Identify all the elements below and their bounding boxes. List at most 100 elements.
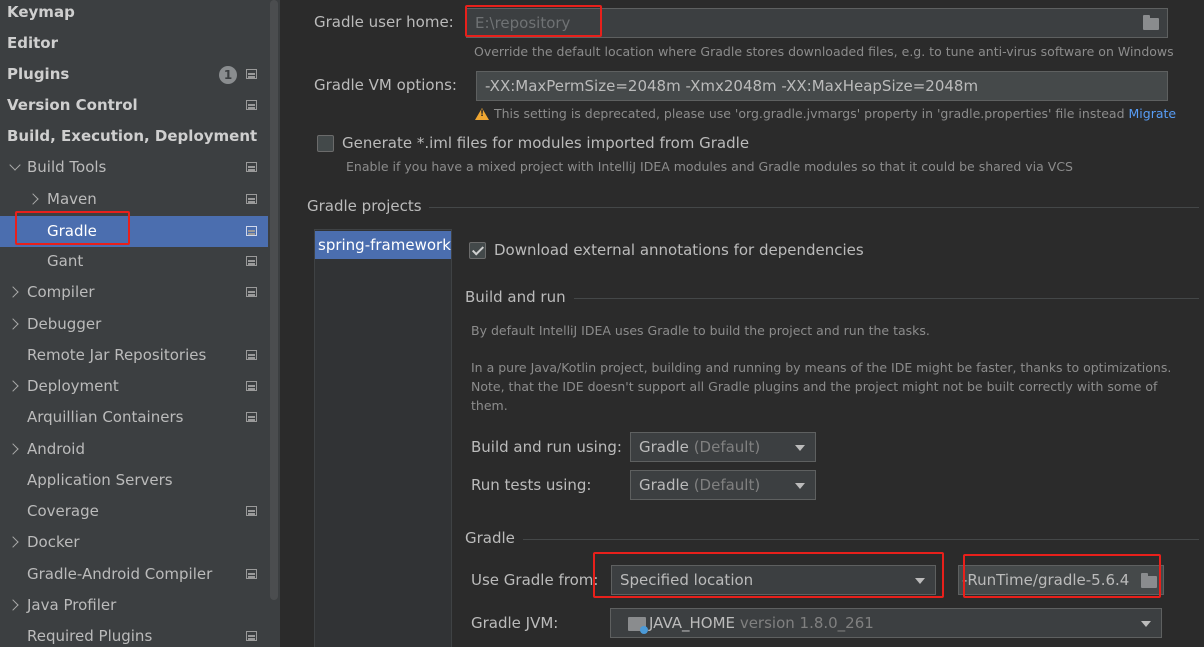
- section-separator: [574, 298, 1199, 299]
- generate-iml-hint: Enable if you have a mixed project with …: [346, 159, 1073, 174]
- sidebar-item-label: Arquillian Containers: [27, 408, 184, 426]
- dropdown-value: Gradle: [639, 438, 689, 456]
- sidebar-item-label: Compiler: [27, 283, 95, 301]
- build-run-description: By default IntelliJ IDEA uses Gradle to …: [471, 323, 930, 338]
- warning-icon: [475, 108, 489, 120]
- sidebar-item-gradle-android-compiler[interactable]: Gradle-Android Compiler: [0, 559, 268, 590]
- sidebar-item-editor[interactable]: Editor: [0, 28, 268, 59]
- sidebar-item-label: Gant: [47, 252, 84, 270]
- gradle-vm-options-field[interactable]: -XX:MaxPermSize=2048m -Xmx2048m -XX:MaxH…: [476, 71, 1168, 101]
- sidebar-item-deployment[interactable]: Deployment: [0, 371, 268, 402]
- project-settings-icon: [246, 631, 257, 641]
- build-run-note-line3: them.: [471, 398, 508, 413]
- project-settings-icon: [246, 226, 257, 236]
- sidebar-item-label: Keymap: [7, 3, 75, 21]
- project-settings-icon: [246, 569, 257, 579]
- sidebar-item-label: Docker: [27, 533, 80, 551]
- gradle-location-highlight-box: [963, 554, 1161, 598]
- gradle-highlight-box: [15, 211, 130, 245]
- sidebar-item-label: Build, Execution, Deployment: [7, 127, 258, 145]
- plugins-update-badge: 1: [219, 66, 237, 84]
- gradle-projects-list: [314, 229, 452, 647]
- generate-iml-checkbox[interactable]: [317, 135, 334, 152]
- sidebar-item-label: Deployment: [27, 377, 119, 395]
- gradle-section-title: Gradle: [465, 529, 515, 547]
- sidebar-item-label: Version Control: [7, 96, 138, 114]
- scrollbar-thumb[interactable]: [270, 0, 278, 600]
- chevron-right-icon[interactable]: [7, 536, 19, 548]
- dropdown-default-suffix: (Default): [693, 438, 761, 456]
- folder-browse-icon[interactable]: [1143, 15, 1159, 30]
- chevron-right-icon[interactable]: [7, 286, 19, 298]
- project-settings-icon: [246, 381, 257, 391]
- sidebar-item-application-servers[interactable]: Application Servers: [0, 465, 268, 496]
- chevron-right-icon[interactable]: [7, 443, 19, 455]
- project-item-spring-framework[interactable]: spring-framework: [315, 231, 451, 259]
- project-settings-icon: [246, 69, 257, 79]
- chevron-right-icon[interactable]: [7, 380, 19, 392]
- sidebar-item-debugger[interactable]: Debugger: [0, 309, 268, 340]
- dropdown-default-suffix: (Default): [693, 476, 761, 494]
- project-settings-icon: [246, 256, 257, 266]
- download-annotations-checkbox[interactable]: [469, 242, 486, 259]
- sidebar-item-label: Android: [27, 440, 85, 458]
- chevron-right-icon[interactable]: [27, 193, 39, 205]
- sidebar-item-compiler[interactable]: Compiler: [0, 277, 268, 308]
- sidebar-item-java-profiler[interactable]: Java Profiler: [0, 590, 268, 621]
- sidebar-item-label: Coverage: [27, 502, 99, 520]
- sidebar-item-plugins[interactable]: Plugins 1: [0, 59, 268, 90]
- chevron-right-icon[interactable]: [7, 599, 19, 611]
- user-home-highlight-box: [465, 5, 602, 37]
- sidebar-item-coverage[interactable]: Coverage: [0, 496, 268, 527]
- section-separator: [523, 539, 1199, 540]
- sidebar-item-gant[interactable]: Gant: [0, 246, 268, 277]
- dropdown-arrow-icon: [795, 483, 805, 489]
- build-and-run-title: Build and run: [465, 288, 566, 306]
- deprecation-warning-text: This setting is deprecated, please use '…: [494, 106, 1125, 121]
- sidebar-item-version-control[interactable]: Version Control: [0, 90, 268, 121]
- dropdown-value: JAVA_HOME: [649, 614, 736, 632]
- sidebar-item-label: Build Tools: [27, 158, 107, 176]
- sidebar-item-arquillian-containers[interactable]: Arquillian Containers: [0, 402, 268, 433]
- settings-sidebar: Keymap Editor Plugins 1 Version Control …: [0, 0, 268, 647]
- sidebar-item-required-plugins[interactable]: Required Plugins: [0, 621, 268, 647]
- sidebar-item-remote-jar-repositories[interactable]: Remote Jar Repositories: [0, 340, 268, 371]
- gradle-jvm-label: Gradle JVM:: [471, 614, 559, 632]
- sidebar-scrollbar[interactable]: [268, 0, 280, 647]
- project-settings-icon: [246, 506, 257, 516]
- dropdown-value: Gradle: [639, 476, 689, 494]
- sidebar-item-label: Java Profiler: [27, 596, 117, 614]
- run-tests-using-label: Run tests using:: [471, 476, 592, 494]
- sidebar-item-keymap[interactable]: Keymap: [0, 0, 268, 28]
- run-tests-using-dropdown[interactable]: Gradle (Default): [630, 470, 816, 500]
- chevron-right-icon[interactable]: [7, 318, 19, 330]
- project-settings-icon: [246, 350, 257, 360]
- build-run-note-line2: Note, that the IDE doesn't support all G…: [471, 379, 1158, 394]
- build-run-note-line1: In a pure Java/Kotlin project, building …: [471, 360, 1172, 375]
- gradle-vm-options-value: -XX:MaxPermSize=2048m -Xmx2048m -XX:MaxH…: [485, 77, 979, 95]
- project-settings-icon: [246, 194, 257, 204]
- sidebar-item-build-execution-deployment[interactable]: Build, Execution, Deployment: [0, 121, 268, 152]
- build-run-using-label: Build and run using:: [471, 438, 622, 456]
- dropdown-arrow-icon: [795, 445, 805, 451]
- project-settings-icon: [246, 287, 257, 297]
- sidebar-item-docker[interactable]: Docker: [0, 527, 268, 558]
- gradle-user-home-hint: Override the default location where Grad…: [474, 44, 1174, 59]
- dropdown-arrow-icon: [1141, 621, 1151, 627]
- project-settings-icon: [246, 412, 257, 422]
- sidebar-item-label: Application Servers: [27, 471, 173, 489]
- build-run-using-dropdown[interactable]: Gradle (Default): [630, 432, 816, 462]
- sidebar-item-build-tools[interactable]: Build Tools: [0, 152, 268, 183]
- gradle-settings-panel: Gradle user home: E:\repository Override…: [280, 0, 1204, 647]
- use-gradle-from-label: Use Gradle from:: [471, 571, 599, 589]
- chevron-down-icon[interactable]: [9, 159, 21, 171]
- section-separator: [429, 207, 1199, 208]
- jdk-version-text: version 1.8.0_261: [739, 614, 874, 632]
- gradle-vm-options-label: Gradle VM options:: [314, 76, 457, 94]
- sidebar-item-label: Required Plugins: [27, 627, 153, 645]
- migrate-link[interactable]: Migrate: [1129, 106, 1177, 121]
- sidebar-item-android[interactable]: Android: [0, 434, 268, 465]
- use-gradle-from-highlight-box: [593, 552, 944, 598]
- sidebar-item-label: Remote Jar Repositories: [27, 346, 207, 364]
- gradle-jvm-dropdown[interactable]: JAVA_HOME version 1.8.0_261: [610, 608, 1162, 638]
